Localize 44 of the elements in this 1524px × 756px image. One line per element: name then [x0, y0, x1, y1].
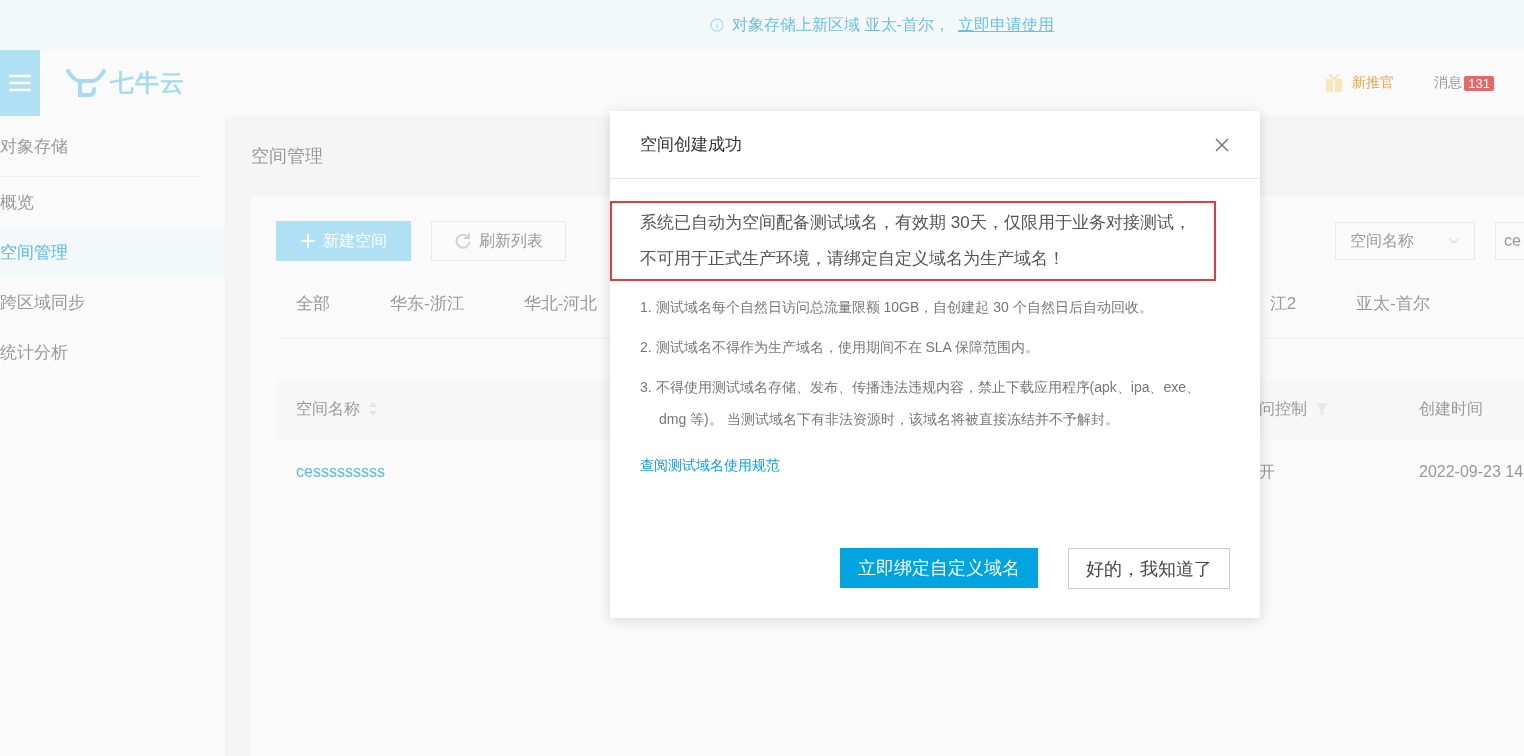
promo-link[interactable]: 新推官 [1352, 74, 1395, 92]
usage-rules-link[interactable]: 查阅测试域名使用规范 [640, 457, 780, 475]
acknowledge-button[interactable]: 好的，我知道了 [1068, 548, 1230, 589]
close-button[interactable] [1214, 136, 1230, 153]
sidebar-item[interactable]: 空间管理 [0, 227, 225, 277]
refresh-button[interactable]: 刷新列表 [431, 221, 566, 261]
dialog-title: 空间创建成功 [640, 134, 742, 156]
messages-link[interactable]: 消息 [1434, 74, 1463, 92]
table-cell-text: 开 [1258, 461, 1276, 482]
search-field-select[interactable]: 空间名称 [1335, 222, 1475, 260]
page-title: 空间管理 [251, 145, 323, 168]
column-header: 空间名称 [296, 398, 360, 419]
column-header: 创建时间 [1419, 398, 1483, 419]
note-text: 2. 测试域名不得作为生产域名，使用期间不在 SLA 保障范围内。 [640, 338, 1041, 357]
info-icon [710, 18, 725, 32]
gift-icon [1326, 74, 1343, 92]
region-tab[interactable]: 华北-河北 [523, 291, 598, 315]
message-count-badge: 131 [1464, 75, 1494, 91]
apply-link[interactable]: 立即申请使用 [957, 14, 1054, 36]
region-tab[interactable]: 全部 [296, 291, 330, 315]
region-tab[interactable]: 华东-浙江 [390, 291, 464, 315]
sidebar-item[interactable]: 跨区域同步 [0, 277, 225, 327]
sidebar-item[interactable]: 统计分析 [0, 327, 225, 377]
sidebar-item[interactable]: 概览 [0, 177, 225, 227]
note-text: 1. 测试域名每个自然日访问总流量限额 10GB，自创建起 30 个自然日后自动回收。 [640, 298, 1154, 317]
region-tab[interactable]: 亚太-首尔 [1356, 291, 1430, 315]
plus-icon [300, 234, 315, 248]
sidebar-title: 对象存储 [0, 116, 200, 177]
note-text: 3. 不得使用测试域名存储、发布、传播违法违规内容，禁止下载应用程序(apk、ipa、exe、dmg 等)。 当测试域名下有非法资源时，该域名将被直接冻结并不予解封。 [640, 378, 1202, 429]
menu-icon [9, 74, 31, 92]
logo-text: 七牛云 [110, 68, 185, 98]
table-cell-text: 2022-09-23 14 [1418, 463, 1524, 481]
close-icon [1214, 136, 1230, 153]
search-input[interactable]: ce [1495, 222, 1524, 260]
refresh-icon [454, 233, 471, 249]
chevron-down-icon [1448, 237, 1460, 245]
region-tab[interactable]: 江2 [1269, 291, 1297, 315]
dialog-message: 系统已自动为空间配备测试域名，有效期 30天，仅限用于业务对接测试，不可用于正式生产环境，请绑定自定义域名为生产域名！ [640, 212, 1192, 270]
column-header: 问控制 [1259, 398, 1307, 419]
horn-logo-icon [66, 69, 106, 97]
new-bucket-button[interactable]: 新建空间 [276, 221, 411, 261]
bind-domain-button[interactable]: 立即绑定自定义域名 [840, 548, 1038, 588]
menu-button[interactable] [0, 50, 40, 116]
banner-text: 对象存储上新区域 亚太-首尔， [732, 14, 950, 35]
